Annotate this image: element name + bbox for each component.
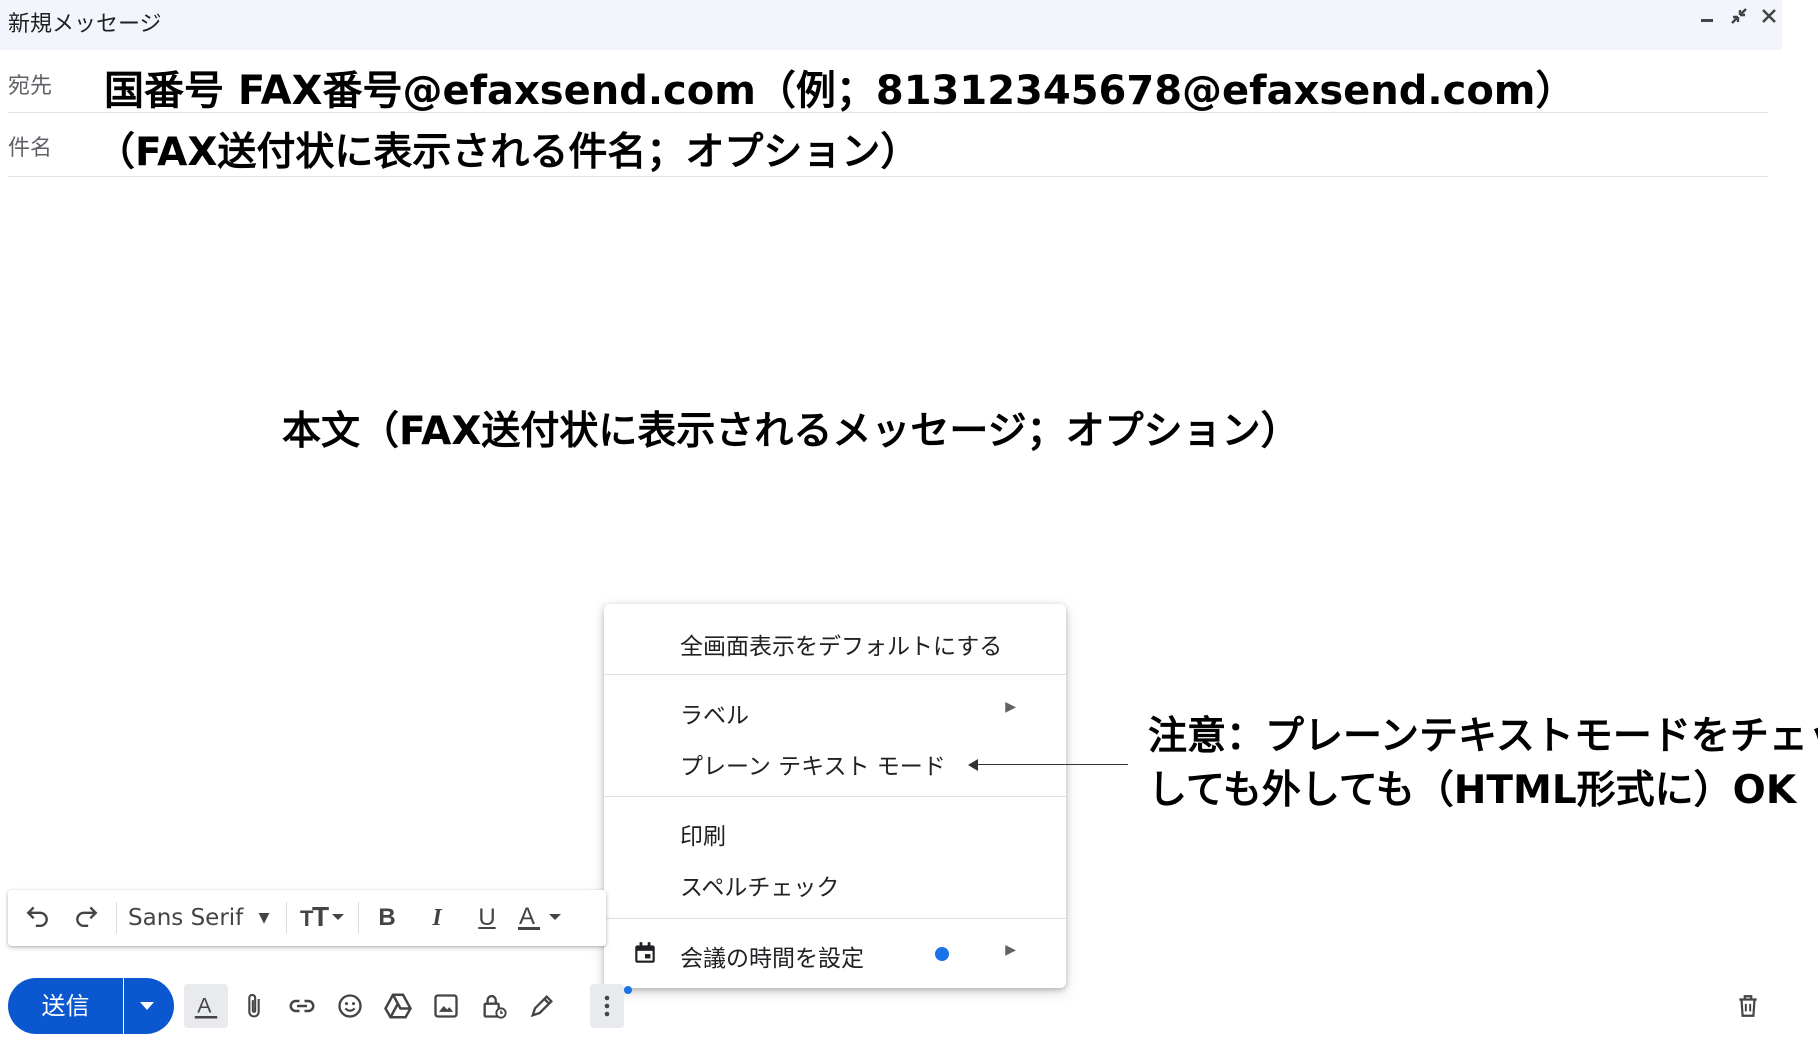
annotation-note: 注意：プレーンテキストモードをチェック しても外しても（HTML形式に）OK xyxy=(1148,710,1818,818)
subject-value[interactable]: （FAX送付状に表示される件名；オプション） xyxy=(96,121,919,177)
annotation-line xyxy=(974,764,1128,765)
formatting-toolbar: Sans Serif ▼ TT B I U A xyxy=(8,890,606,946)
menu-item-label: 全画面表示をデフォルトにする xyxy=(680,634,1003,660)
menu-divider xyxy=(604,918,1066,919)
subject-label: 件名 xyxy=(8,136,53,161)
send-button[interactable]: 送信 xyxy=(8,978,123,1034)
trash-icon[interactable] xyxy=(1726,984,1770,1028)
body-note: 本文（FAX送付状に表示されるメッセージ；オプション） xyxy=(282,409,1300,454)
toolbar-divider xyxy=(286,902,287,934)
subject-row[interactable]: 件名 （FAX送付状に表示される件名；オプション） xyxy=(8,113,1768,177)
annotation-arrowhead xyxy=(968,759,978,771)
recipient-row[interactable]: 宛先 国番号 FAX番号@efaxsend.com（例；81312345678@… xyxy=(8,52,1768,116)
text-size-icon[interactable]: TT xyxy=(298,901,350,934)
confidential-icon[interactable] xyxy=(472,984,516,1028)
new-feature-dot xyxy=(935,947,949,961)
close-icon[interactable] xyxy=(1756,6,1782,32)
menu-item-spellcheck[interactable]: スペルチェック xyxy=(604,859,1066,905)
drive-icon[interactable] xyxy=(376,984,420,1028)
font-family-select[interactable]: Sans Serif xyxy=(128,902,243,934)
menu-item-label: ラベル xyxy=(680,703,749,729)
menu-item-label: プレーン テキスト モード xyxy=(680,754,946,780)
annotation-line-1: 注意：プレーンテキストモードをチェック xyxy=(1148,714,1818,759)
formatting-options-icon[interactable]: A xyxy=(184,984,228,1028)
image-icon[interactable] xyxy=(424,984,468,1028)
compose-titlebar: 新規メッセージ xyxy=(0,0,1782,50)
calendar-icon xyxy=(635,942,655,963)
chevron-right-icon: ▶ xyxy=(1005,699,1016,715)
menu-divider xyxy=(604,796,1066,797)
menu-item-print[interactable]: 印刷 xyxy=(604,808,1066,854)
signature-icon[interactable] xyxy=(520,984,564,1028)
underline-icon[interactable]: U xyxy=(472,902,502,934)
menu-item-set-meeting-time[interactable]: 会議の時間を設定 ▶ xyxy=(604,930,1066,976)
bold-icon[interactable]: B xyxy=(372,902,402,934)
toolbar-divider xyxy=(358,902,359,934)
link-icon[interactable] xyxy=(280,984,324,1028)
text-color-icon[interactable]: A xyxy=(516,902,572,934)
send-options-dropdown[interactable] xyxy=(124,978,174,1034)
exit-fullscreen-icon[interactable] xyxy=(1726,6,1752,32)
menu-item-label: 会議の時間を設定 xyxy=(680,946,864,972)
toolbar-divider xyxy=(116,902,117,934)
chevron-right-icon: ▶ xyxy=(1005,942,1016,958)
redo-icon[interactable] xyxy=(70,902,102,934)
menu-item-label: スペルチェック xyxy=(680,875,840,901)
notification-dot xyxy=(624,986,632,994)
more-options-menu: 全画面表示をデフォルトにする ラベル ▶ プレーン テキスト モード 印刷 スペ… xyxy=(604,604,1066,988)
more-options-icon[interactable] xyxy=(590,984,624,1028)
recipient-label: 宛先 xyxy=(8,74,53,99)
italic-icon[interactable]: I xyxy=(422,902,452,934)
annotation-line-2: しても外しても（HTML形式に）OK xyxy=(1148,768,1797,813)
svg-text:A: A xyxy=(519,903,535,930)
menu-item-plain-text-mode[interactable]: プレーン テキスト モード xyxy=(604,738,1066,784)
chevron-down-icon[interactable]: ▼ xyxy=(254,902,274,934)
menu-item-label-submenu[interactable]: ラベル ▶ xyxy=(604,687,1066,733)
menu-item-default-fullscreen[interactable]: 全画面表示をデフォルトにする xyxy=(604,618,1066,664)
menu-divider xyxy=(604,674,1066,675)
undo-icon[interactable] xyxy=(22,902,54,934)
svg-text:A: A xyxy=(197,993,212,1017)
compose-title: 新規メッセージ xyxy=(8,12,162,37)
minimize-icon[interactable] xyxy=(1694,6,1720,32)
svg-text:T: T xyxy=(312,902,329,930)
recipient-value[interactable]: 国番号 FAX番号@efaxsend.com（例；81312345678@efa… xyxy=(104,58,1575,116)
emoji-icon[interactable] xyxy=(328,984,372,1028)
attach-icon[interactable] xyxy=(232,984,276,1028)
menu-item-label: 印刷 xyxy=(680,824,726,850)
